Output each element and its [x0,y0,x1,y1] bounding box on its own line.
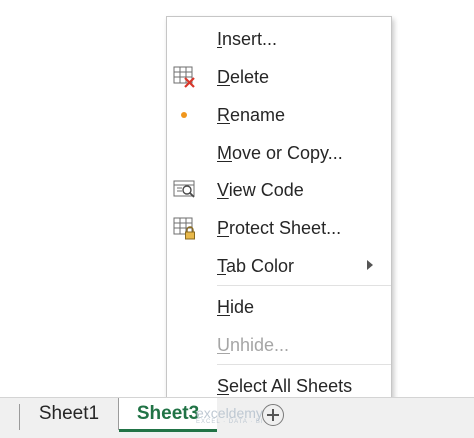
menu-item-hide[interactable]: Hide [167,289,391,325]
menu-item-rename[interactable]: Rename [167,97,391,133]
add-sheet-button[interactable] [262,404,284,426]
menu-item-label: Rename [217,105,286,125]
delete-sheet-icon [172,64,198,90]
sheet-tab-context-menu: Insert... Delete Rename Move or Copy... [166,16,392,405]
menu-item-label: Tab Color [217,256,295,276]
protect-sheet-icon [172,215,198,241]
rename-dot-icon [181,112,187,118]
sheet-tab-bar: Sheet1 Sheet3 exceldemy EXCEL · DATA · BI [0,397,474,438]
menu-item-label: Protect Sheet... [217,218,342,238]
menu-item-label: Delete [217,67,270,87]
view-code-icon [172,177,198,203]
menu-item-protect-sheet[interactable]: Protect Sheet... [167,210,391,246]
menu-item-label: Unhide... [217,335,290,355]
submenu-arrow-icon [367,260,373,270]
menu-item-label: Move or Copy... [217,143,343,163]
menu-item-view-code[interactable]: View Code [167,172,391,208]
tab-sheet1[interactable]: Sheet1 [20,398,119,430]
menu-separator [217,364,391,365]
watermark-logo: exceldemy EXCEL · DATA · BI [196,405,264,425]
menu-separator [217,285,391,286]
menu-item-unhide: Unhide... [167,327,391,363]
menu-item-label: Insert... [217,29,278,49]
menu-item-label: Hide [217,297,255,317]
menu-item-move-or-copy[interactable]: Move or Copy... [167,135,391,171]
menu-item-tab-color[interactable]: Tab Color [167,248,391,284]
menu-item-insert[interactable]: Insert... [167,21,391,57]
menu-item-delete[interactable]: Delete [167,59,391,95]
menu-item-label: View Code [217,180,304,200]
